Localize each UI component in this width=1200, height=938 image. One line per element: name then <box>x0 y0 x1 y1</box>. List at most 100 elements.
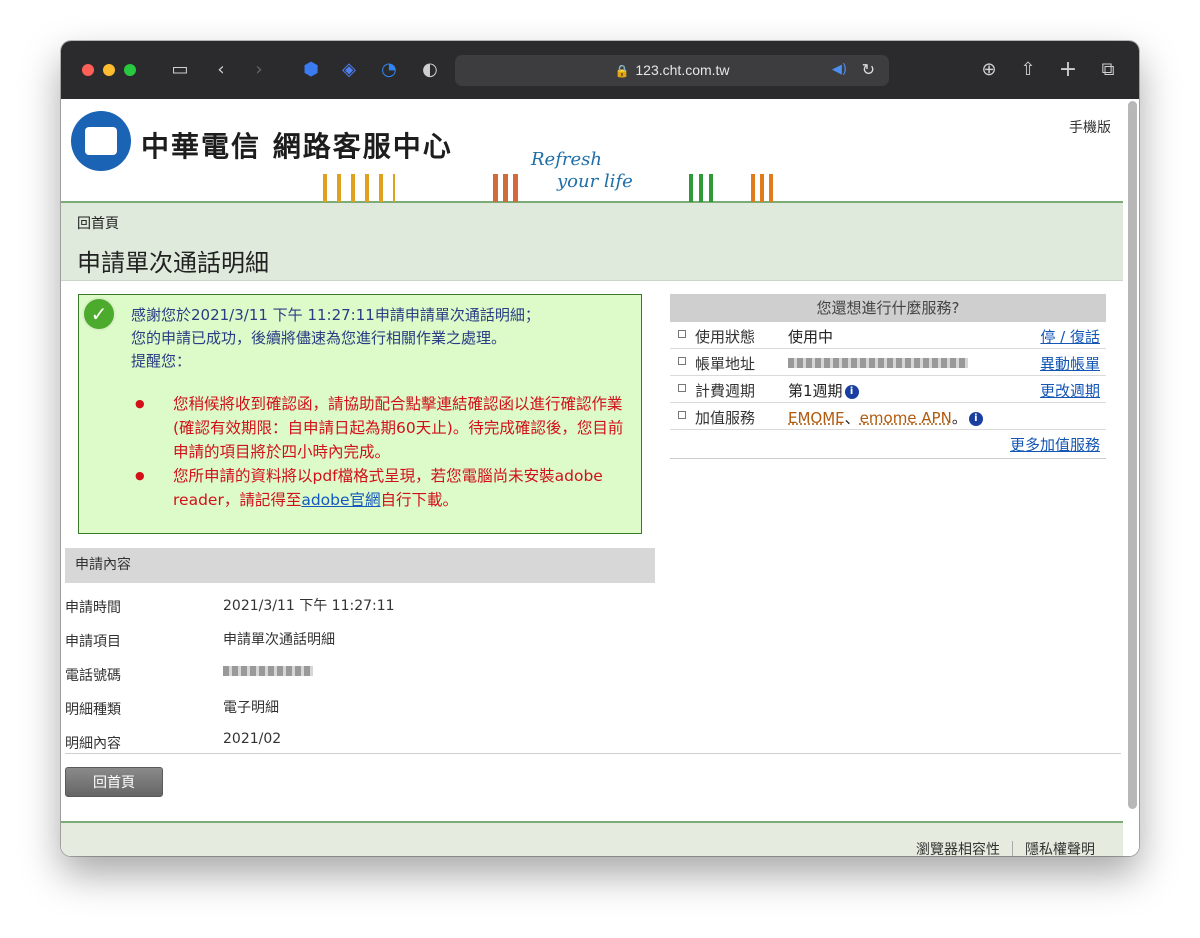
service-row-addons: 加值服務 EMOME、emome APN。 i <box>670 403 1106 430</box>
adobe-download-link[interactable]: adobe官網 <box>301 491 380 509</box>
wheelchair-illustration-icon <box>493 174 523 202</box>
reload-icon[interactable]: ↻ <box>862 60 875 79</box>
site-logo-text[interactable]: 中華電信 網路客服中心 <box>141 125 453 165</box>
detail-label: 申請時間 <box>65 600 121 616</box>
reminder-item-confirm: 您稍候將收到確認函，請協助配合點擊連結確認函以進行確認作業(確認有效期限：自申請… <box>135 392 635 464</box>
service-label: 計費週期 <box>695 382 756 400</box>
detail-label: 明細種類 <box>65 702 121 718</box>
success-line1: 感謝您於2021/3/11 下午 11:27:11申請申請單次通話明細； <box>131 306 540 324</box>
extension-loading-icon[interactable]: ◔ <box>377 58 401 82</box>
extension-shield-icon[interactable]: ⬢ <box>299 58 323 82</box>
people-illustration-icon <box>323 174 395 202</box>
service-value: 使用中 <box>788 328 834 346</box>
service-row-status: 使用狀態 使用中 停 / 復話 <box>670 322 1106 349</box>
info-icon[interactable]: i <box>968 412 983 426</box>
panel-divider <box>670 458 1106 459</box>
site-header: 中華電信 網路客服中心 Refresh your life 手機版 <box>61 99 1123 203</box>
reminder-pdf-end: 自行下載。 <box>380 491 459 509</box>
footer-links: 瀏覽器相容性 隱私權聲明 <box>906 839 1105 856</box>
billing-cycle-value: 第1週期 <box>788 382 843 400</box>
web-page: 中華電信 網路客服中心 Refresh your life 手機版 回首頁 申請… <box>61 99 1139 856</box>
browser-compat-link[interactable]: 瀏覽器相容性 <box>906 842 1010 856</box>
service-label: 帳單地址 <box>695 355 756 373</box>
breadcrumb[interactable]: 回首頁 <box>77 213 119 233</box>
share-icon[interactable]: ⇧ <box>1016 58 1040 82</box>
extension-shield-half-icon[interactable]: ◐ <box>418 58 442 82</box>
lock-icon: 🔒 <box>614 64 630 78</box>
detail-row-time: 申請時間 2021/3/11 下午 11:27:11 <box>65 587 1121 621</box>
service-value: 第1週期 i <box>788 380 859 401</box>
reminder-list: 您稍候將收到確認函，請協助配合點擊連結確認函以進行確認作業(確認有效期限：自申請… <box>135 392 635 512</box>
family-illustration-icon <box>689 174 717 202</box>
browser-toolbar: ▭ ‹ › ⬢ ◈ ◔ ◐ 🔒 123.cht.com.tw ◀) ↻ ⊕ ⇧ +… <box>61 41 1139 99</box>
downloads-icon[interactable]: ⊕ <box>977 58 1001 82</box>
bullet-square-icon <box>678 411 686 419</box>
tab-overview-icon[interactable]: ⧉ <box>1096 58 1120 82</box>
services-panel-title: 您還想進行什麼服務? <box>670 294 1106 322</box>
success-message-box: ✓ 感謝您於2021/3/11 下午 11:27:11申請申請單次通話明細； 您… <box>78 294 642 534</box>
checkmark-icon: ✓ <box>82 297 116 331</box>
info-icon[interactable]: i <box>844 385 859 399</box>
mobile-version-link[interactable]: 手機版 <box>1069 117 1111 137</box>
detail-label: 申請項目 <box>65 634 121 650</box>
site-footer: 瀏覽器相容性 隱私權聲明 <box>61 821 1123 856</box>
close-window-button[interactable] <box>82 64 94 76</box>
service-label: 加值服務 <box>695 409 756 427</box>
detail-row-content: 明細內容 2021/02 <box>65 723 1121 757</box>
details-divider <box>65 753 1121 754</box>
service-value-redacted <box>788 353 968 371</box>
addon-end: 。 <box>951 409 967 427</box>
cht-logo-icon[interactable] <box>71 111 131 171</box>
slogan: Refresh your life <box>531 149 633 192</box>
detail-value: 申請單次通話明細 <box>223 632 335 648</box>
detail-value: 電子明細 <box>223 700 279 716</box>
breadcrumb-bar: 回首頁 申請單次通話明細 <box>61 203 1123 281</box>
slogan-line2: your life <box>557 171 633 192</box>
browser-window: ▭ ‹ › ⬢ ◈ ◔ ◐ 🔒 123.cht.com.tw ◀) ↻ ⊕ ⇧ +… <box>61 41 1139 856</box>
slogan-line1: Refresh <box>531 149 602 170</box>
footer-separator <box>1012 841 1013 856</box>
bullet-square-icon <box>678 384 686 392</box>
minimize-window-button[interactable] <box>103 64 115 76</box>
success-line2: 您的申請已成功，後續將儘速為您進行相關作業之處理。 <box>131 329 507 347</box>
service-value: EMOME、emome APN。 i <box>788 407 983 428</box>
home-button[interactable]: 回首頁 <box>65 767 163 797</box>
detail-label: 電話號碼 <box>65 668 121 684</box>
back-icon[interactable]: ‹ <box>209 58 233 82</box>
success-line3: 提醒您： <box>131 352 192 370</box>
redacted-address <box>788 357 968 368</box>
reminder-item-pdf: 您所申請的資料將以pdf檔格式呈現，若您電腦尚未安裝adobe reader，請… <box>135 464 635 512</box>
change-cycle-link[interactable]: 更改週期 <box>1040 380 1100 401</box>
detail-row-phone: 電話號碼 <box>65 655 1121 689</box>
extension-privacy-icon[interactable]: ◈ <box>337 58 361 82</box>
address-bar[interactable]: 🔒 123.cht.com.tw ◀) ↻ <box>455 55 889 86</box>
bullet-square-icon <box>678 357 686 365</box>
page-title: 申請單次通話明細 <box>77 249 269 277</box>
privacy-link[interactable]: 隱私權聲明 <box>1015 842 1105 856</box>
skater-illustration-icon <box>751 174 773 202</box>
detail-row-item: 申請項目 申請單次通話明細 <box>65 621 1121 655</box>
redacted-phone-number <box>223 666 313 676</box>
emome-link[interactable]: EMOME <box>788 409 845 427</box>
services-panel: 您還想進行什麼服務? 使用狀態 使用中 停 / 復話 帳單地址 異動帳單 計費週… <box>670 294 1106 459</box>
detail-value: 2021/02 <box>223 731 282 747</box>
suspend-resume-link[interactable]: 停 / 復話 <box>1040 326 1100 347</box>
sidebar-icon[interactable]: ▭ <box>168 58 192 82</box>
audio-icon[interactable]: ◀) <box>832 62 847 77</box>
new-tab-icon[interactable]: + <box>1056 58 1080 82</box>
detail-value-redacted <box>223 663 313 679</box>
emome-apn-link[interactable]: emome APN <box>860 409 952 427</box>
more-addon-services-link[interactable]: 更多加值服務 <box>1010 434 1100 455</box>
success-text: 感謝您於2021/3/11 下午 11:27:11申請申請單次通話明細； 您的申… <box>131 304 540 373</box>
detail-row-type: 明細種類 電子明細 <box>65 689 1121 723</box>
change-billing-link[interactable]: 異動帳單 <box>1040 353 1100 374</box>
url-text: 123.cht.com.tw <box>635 62 730 78</box>
forward-icon[interactable]: › <box>247 58 271 82</box>
service-row-cycle: 計費週期 第1週期 i 更改週期 <box>670 376 1106 403</box>
addon-separator: 、 <box>844 409 860 427</box>
service-row-address: 帳單地址 異動帳單 <box>670 349 1106 376</box>
bullet-square-icon <box>678 330 686 338</box>
scrollbar[interactable] <box>1128 101 1137 809</box>
detail-value: 2021/3/11 下午 11:27:11 <box>223 598 395 614</box>
zoom-window-button[interactable] <box>124 64 136 76</box>
